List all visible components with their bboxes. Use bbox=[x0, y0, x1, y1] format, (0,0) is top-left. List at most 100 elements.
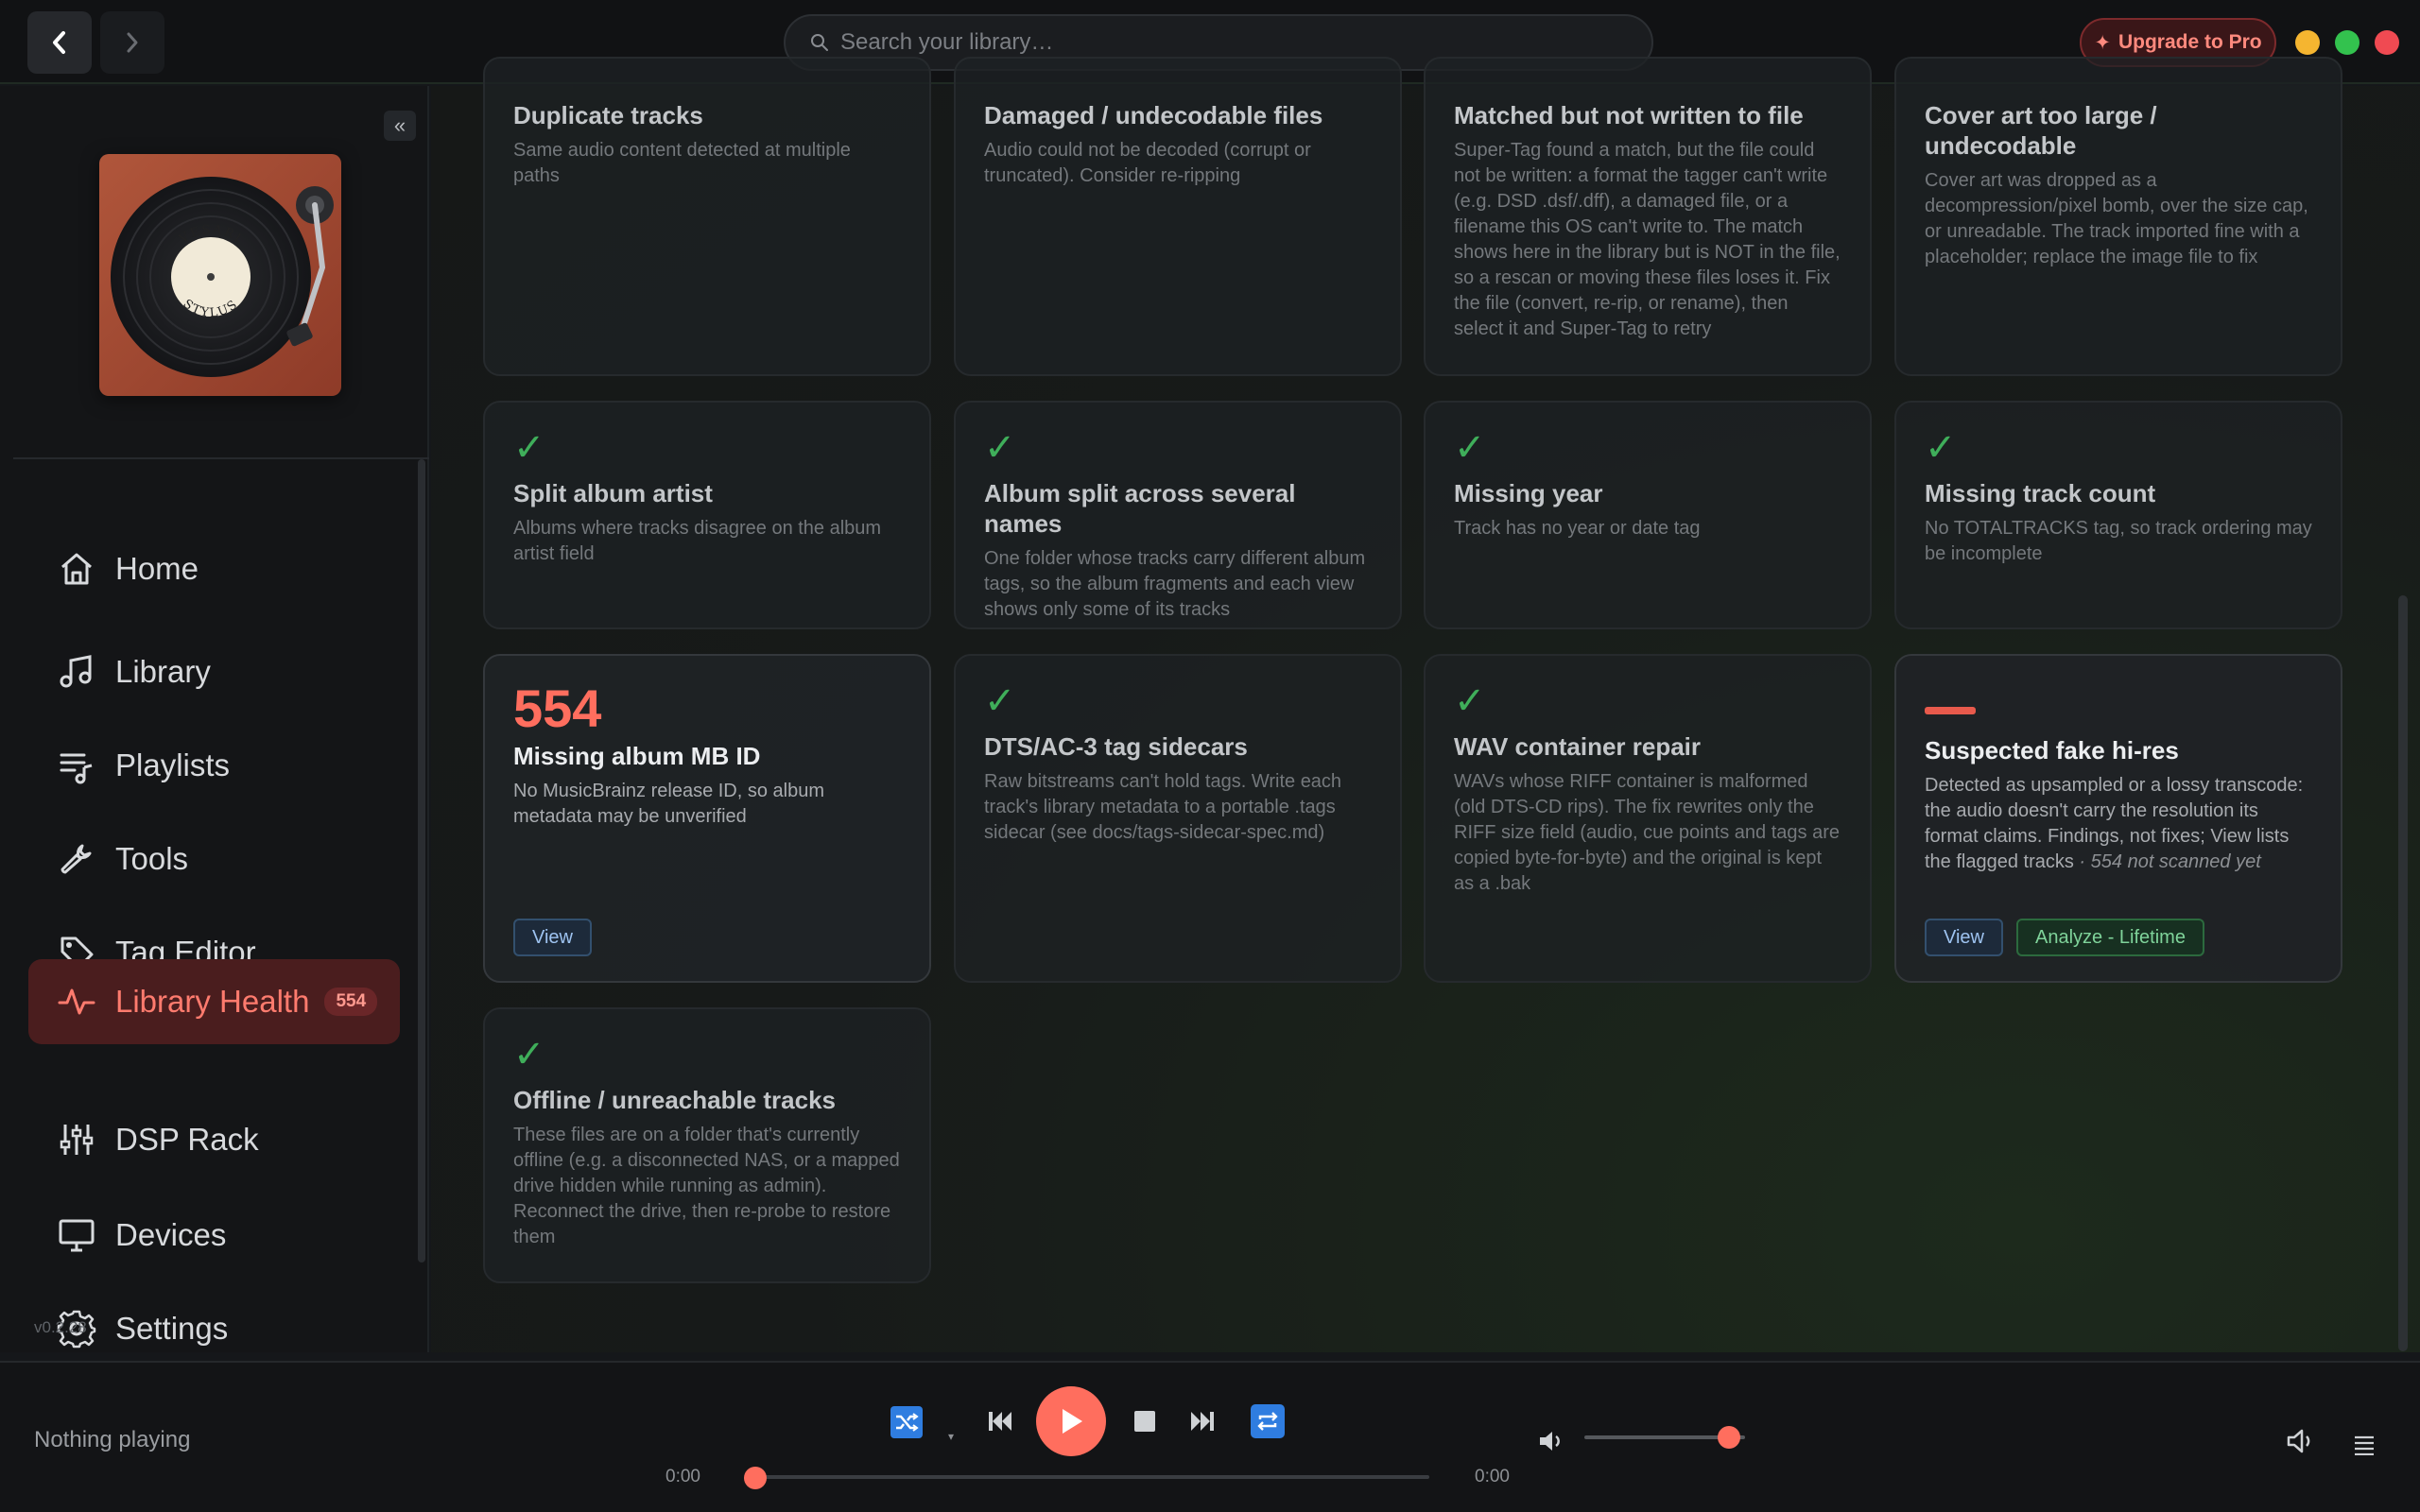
card-description: Raw bitstreams can't hold tags. Write ea… bbox=[984, 771, 1342, 843]
warning-dash-icon bbox=[1925, 707, 1976, 714]
sidebar-scrollbar[interactable] bbox=[418, 459, 425, 1263]
sidebar-item-label: Devices bbox=[115, 1217, 227, 1252]
sidebar-item-label: Settings bbox=[115, 1311, 229, 1346]
wrench-icon bbox=[55, 837, 98, 881]
card-description: Audio could not be decoded (corrupt or t… bbox=[984, 140, 1311, 186]
card-title: Missing album MB ID bbox=[513, 742, 761, 770]
issue-count: 554 bbox=[513, 679, 602, 738]
sidebar-item-library-health[interactable]: Library Health 554 bbox=[28, 959, 400, 1044]
queue-button[interactable] bbox=[2348, 1429, 2380, 1461]
check-icon: ✓ bbox=[1925, 427, 1957, 469]
output-volume-button[interactable] bbox=[2282, 1425, 2320, 1457]
now-playing-text: Nothing playing bbox=[34, 1427, 191, 1452]
sidebar-item-dsp-rack[interactable]: DSP Rack bbox=[28, 1097, 400, 1182]
health-card-fake-hi-res[interactable]: Suspected fake hi-res Detected as upsamp… bbox=[1894, 654, 2342, 983]
health-card-duplicate-tracks[interactable]: Duplicate tracks Same audio content dete… bbox=[483, 57, 931, 376]
card-description: Track has no year or date tag bbox=[1454, 518, 1701, 539]
sidebar: « VESARI STYLUS Home Library Playlists T… bbox=[0, 86, 429, 1352]
sidebar-item-label: Home bbox=[115, 551, 199, 586]
health-card-dts-sidecars[interactable]: ✓ DTS/AC-3 tag sidecars Raw bitstreams c… bbox=[954, 654, 1402, 983]
sidebar-item-label: Playlists bbox=[115, 747, 231, 782]
volume-handle[interactable] bbox=[1718, 1426, 1740, 1449]
seek-handle[interactable] bbox=[744, 1467, 767, 1489]
sidebar-item-playlists[interactable]: Playlists bbox=[28, 723, 400, 808]
card-title: Offline / unreachable tracks bbox=[513, 1086, 837, 1114]
check-icon: ✓ bbox=[1454, 680, 1486, 722]
next-button[interactable] bbox=[1185, 1404, 1219, 1438]
card-description: No MusicBrainz release ID, so album meta… bbox=[513, 781, 825, 827]
speaker-icon bbox=[2287, 1429, 2310, 1453]
card-title: Missing track count bbox=[1925, 479, 2156, 507]
card-actions: View bbox=[513, 919, 592, 956]
check-icon: ✓ bbox=[1454, 427, 1486, 469]
skip-previous-icon bbox=[989, 1412, 1011, 1431]
sidebar-item-library[interactable]: Library bbox=[28, 629, 400, 714]
health-card-missing-track-count[interactable]: ✓ Missing track count No TOTALTRACKS tag… bbox=[1894, 401, 2342, 629]
total-time: 0:00 bbox=[1475, 1467, 1510, 1486]
seek-bar[interactable] bbox=[752, 1475, 1429, 1479]
health-card-split-album-artist[interactable]: ✓ Split album artist Albums where tracks… bbox=[483, 401, 931, 629]
sidebar-item-tools[interactable]: Tools bbox=[28, 816, 400, 902]
card-title: Split album artist bbox=[513, 479, 713, 507]
music-note-icon bbox=[55, 650, 98, 694]
mute-button[interactable] bbox=[1535, 1427, 1567, 1455]
card-title: Album split across several names bbox=[984, 479, 1296, 538]
card-title: Duplicate tracks bbox=[513, 101, 703, 129]
forward-button[interactable] bbox=[100, 11, 164, 74]
back-button[interactable] bbox=[27, 11, 92, 74]
sidebar-item-devices[interactable]: Devices bbox=[28, 1193, 400, 1278]
card-title: Suspected fake hi-res bbox=[1925, 736, 2179, 765]
sparkle-icon: ✦ bbox=[2094, 31, 2111, 54]
queue-icon bbox=[2355, 1435, 2374, 1455]
scan-note: · 554 not scanned yet bbox=[2073, 851, 2261, 872]
search-icon bbox=[811, 34, 828, 51]
card-title: Damaged / undecodable files bbox=[984, 101, 1323, 129]
health-card-matched-not-written[interactable]: Matched but not written to file Super-Ta… bbox=[1424, 57, 1872, 376]
main-scrollbar[interactable] bbox=[2398, 595, 2408, 1351]
sidebar-item-label: Tools bbox=[115, 841, 189, 876]
view-button[interactable]: View bbox=[1925, 919, 2003, 956]
sliders-icon bbox=[55, 1118, 98, 1161]
shuffle-mode-dropdown[interactable]: ▾ bbox=[943, 1429, 959, 1444]
health-card-damaged-files[interactable]: Damaged / undecodable files Audio could … bbox=[954, 57, 1402, 376]
card-description: Albums where tracks disagree on the albu… bbox=[513, 518, 882, 564]
analyze-button[interactable]: Analyze - Lifetime bbox=[2016, 919, 2204, 956]
play-button[interactable] bbox=[1036, 1386, 1106, 1456]
skip-next-icon bbox=[1191, 1412, 1214, 1431]
stop-button[interactable] bbox=[1131, 1407, 1159, 1435]
card-description: Cover art was dropped as a decompression… bbox=[1925, 170, 2308, 267]
sidebar-item-home[interactable]: Home bbox=[28, 526, 400, 611]
volume-icon bbox=[1540, 1432, 1560, 1451]
minimize-button[interactable] bbox=[2295, 30, 2320, 55]
sidebar-item-label: Library bbox=[115, 654, 211, 689]
health-card-album-split[interactable]: ✓ Album split across several names One f… bbox=[954, 401, 1402, 629]
sidebar-item-label: Library Health bbox=[115, 984, 310, 1019]
close-button[interactable] bbox=[2375, 30, 2399, 55]
card-title: WAV container repair bbox=[1454, 732, 1702, 761]
check-icon: ✓ bbox=[984, 680, 1016, 722]
maximize-button[interactable] bbox=[2335, 30, 2360, 55]
collapse-sidebar-button[interactable]: « bbox=[384, 111, 416, 141]
health-card-cover-art-too-large[interactable]: Cover art too large / undecodable Cover … bbox=[1894, 57, 2342, 376]
health-card-wav-repair[interactable]: ✓ WAV container repair WAVs whose RIFF c… bbox=[1424, 654, 1872, 983]
view-button[interactable]: View bbox=[513, 919, 592, 956]
repeat-icon bbox=[1257, 1412, 1278, 1431]
check-icon: ✓ bbox=[513, 1034, 545, 1075]
shuffle-button[interactable] bbox=[890, 1406, 923, 1438]
playlist-icon bbox=[55, 744, 98, 787]
repeat-button[interactable] bbox=[1251, 1404, 1285, 1438]
check-icon: ✓ bbox=[984, 427, 1016, 469]
card-description: Super-Tag found a match, but the file co… bbox=[1454, 140, 1841, 339]
sidebar-item-label: DSP Rack bbox=[115, 1122, 259, 1157]
home-icon bbox=[55, 547, 98, 591]
previous-button[interactable] bbox=[983, 1404, 1017, 1438]
monitor-icon bbox=[55, 1213, 98, 1257]
card-description: WAVs whose RIFF container is malformed (… bbox=[1454, 771, 1840, 894]
search-input[interactable] bbox=[840, 29, 1616, 56]
card-title: DTS/AC-3 tag sidecars bbox=[984, 732, 1248, 761]
health-card-offline-tracks[interactable]: ✓ Offline / unreachable tracks These fil… bbox=[483, 1007, 931, 1283]
health-card-missing-album-mbid[interactable]: 554 Missing album MB ID No MusicBrainz r… bbox=[483, 654, 931, 983]
health-card-missing-year[interactable]: ✓ Missing year Track has no year or date… bbox=[1424, 401, 1872, 629]
sidebar-divider bbox=[13, 457, 429, 459]
card-description: These files are on a folder that's curre… bbox=[513, 1125, 900, 1247]
